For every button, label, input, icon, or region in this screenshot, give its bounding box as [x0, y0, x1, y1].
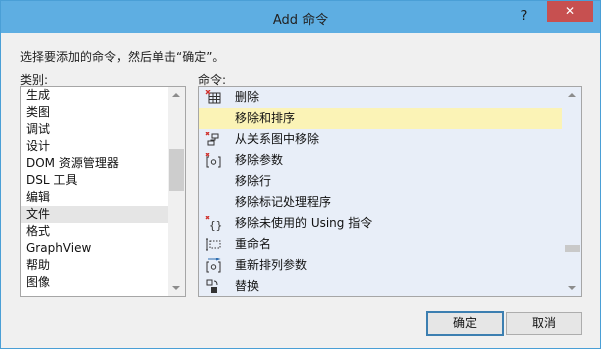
command-label: 重命名 [235, 237, 272, 251]
command-label: 移除行 [235, 174, 272, 188]
category-item[interactable]: 调试 [21, 121, 185, 138]
commands-listbox[interactable]: 删除 移除和排序 从关系图中移除 移除参数 移除行 移除标记处理程序 {} 移除… [198, 86, 582, 297]
svg-text:{}: {} [209, 219, 222, 231]
add-command-dialog: Add 命令 ? ✕ 选择要添加的命令，然后单击“确定”。 类别: 命令: 生成… [0, 0, 601, 349]
command-item[interactable]: 删除 [199, 87, 581, 108]
categories-scrollbar[interactable] [168, 87, 185, 296]
cancel-button[interactable]: 取消 [506, 312, 582, 335]
category-item[interactable]: 设计 [21, 138, 185, 155]
command-label: 移除标记处理程序 [235, 195, 332, 209]
scroll-up-arrow-icon[interactable] [568, 93, 576, 97]
scroll-down-arrow-icon[interactable] [568, 286, 576, 290]
category-item[interactable]: 图像 [21, 274, 185, 291]
category-item[interactable]: DSL 工具 [21, 172, 185, 189]
command-item[interactable]: 替换 [199, 276, 581, 296]
category-item[interactable]: GraphView [21, 240, 185, 257]
remove-using-icon: {} [205, 216, 222, 231]
category-item[interactable]: 编辑 [21, 189, 185, 206]
command-item[interactable]: 移除参数 [199, 150, 581, 171]
command-label: 替换 [235, 279, 260, 293]
command-label: 移除未使用的 Using 指令 [235, 216, 373, 230]
table-delete-icon [205, 90, 221, 104]
command-item-selected[interactable]: 移除和排序 [199, 108, 562, 129]
instruction-text: 选择要添加的命令，然后单击“确定”。 [20, 50, 225, 64]
command-item[interactable]: 移除标记处理程序 [199, 192, 581, 213]
reorder-parameters-icon [206, 258, 221, 273]
scrollbar-thumb[interactable] [565, 245, 580, 252]
category-item[interactable]: 帮助 [21, 257, 185, 274]
command-item[interactable]: 重新排列参数 [199, 255, 581, 276]
scroll-down-arrow-icon[interactable] [172, 286, 180, 290]
category-item[interactable]: 类图 [21, 104, 185, 121]
command-item[interactable]: 重命名 [199, 234, 581, 255]
title-bar: Add 命令 ? ✕ [1, 1, 600, 33]
command-item[interactable]: 从关系图中移除 [199, 129, 581, 150]
command-item[interactable]: 移除行 [199, 171, 581, 192]
category-item[interactable]: 格式 [21, 223, 185, 240]
categories-listbox[interactable]: 生成 类图 调试 设计 DOM 资源管理器 DSL 工具 编辑 文件 格式 Gr… [20, 86, 186, 297]
close-button[interactable]: ✕ [547, 1, 593, 22]
category-item[interactable]: 生成 [21, 87, 185, 104]
command-label: 移除参数 [235, 153, 284, 167]
ok-button[interactable]: 确定 [426, 311, 504, 336]
rename-icon [206, 238, 221, 251]
help-button[interactable]: ? [513, 7, 535, 27]
command-item[interactable]: {} 移除未使用的 Using 指令 [199, 213, 581, 234]
remove-parameter-icon [205, 153, 221, 168]
category-item[interactable]: DOM 资源管理器 [21, 155, 185, 172]
commands-scrollbar[interactable] [564, 87, 581, 296]
dialog-title: Add 命令 [272, 13, 329, 28]
command-label: 移除和排序 [235, 111, 296, 125]
category-item-selected[interactable]: 文件 [21, 206, 185, 223]
command-label: 从关系图中移除 [235, 132, 320, 146]
diagram-remove-icon [205, 132, 219, 146]
command-label: 重新排列参数 [235, 258, 308, 272]
scrollbar-thumb[interactable] [169, 149, 184, 191]
scroll-up-arrow-icon[interactable] [172, 93, 180, 97]
replace-icon [206, 279, 218, 293]
command-label: 删除 [235, 90, 260, 104]
